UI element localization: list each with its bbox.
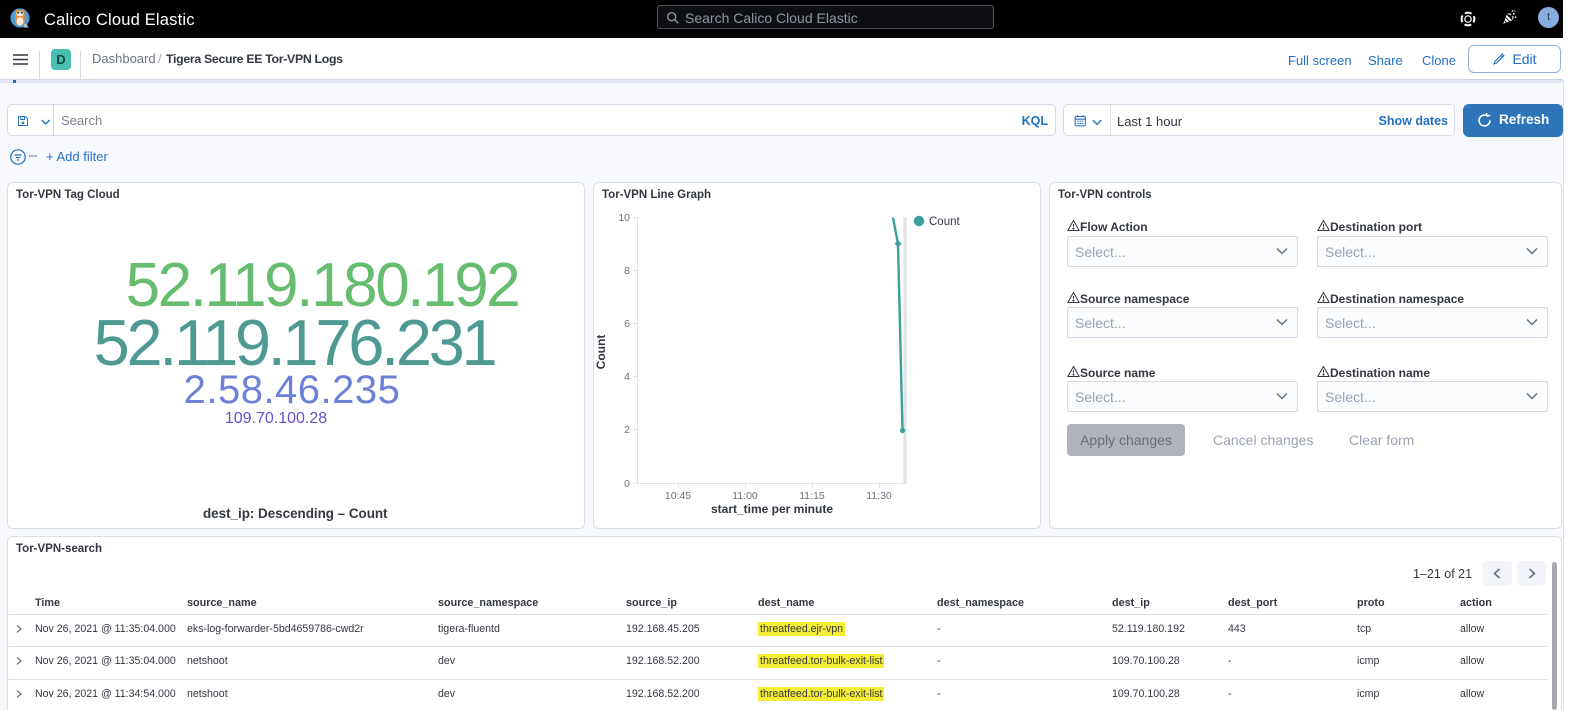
svg-text:8: 8 [624,265,630,277]
svg-text:10:45: 10:45 [665,490,691,502]
svg-text:6: 6 [624,318,630,330]
svg-text:11:15: 11:15 [799,490,825,502]
svg-text:Count: Count [594,335,608,370]
svg-text:start_time per minute: start_time per minute [711,502,833,516]
svg-text:10: 10 [618,212,630,224]
svg-text:4: 4 [624,371,630,383]
svg-text:11:00: 11:00 [732,490,758,502]
svg-text:11:30: 11:30 [866,490,892,502]
svg-text:2: 2 [624,424,630,436]
svg-text:Count: Count [929,216,960,228]
svg-text:0: 0 [624,478,630,490]
